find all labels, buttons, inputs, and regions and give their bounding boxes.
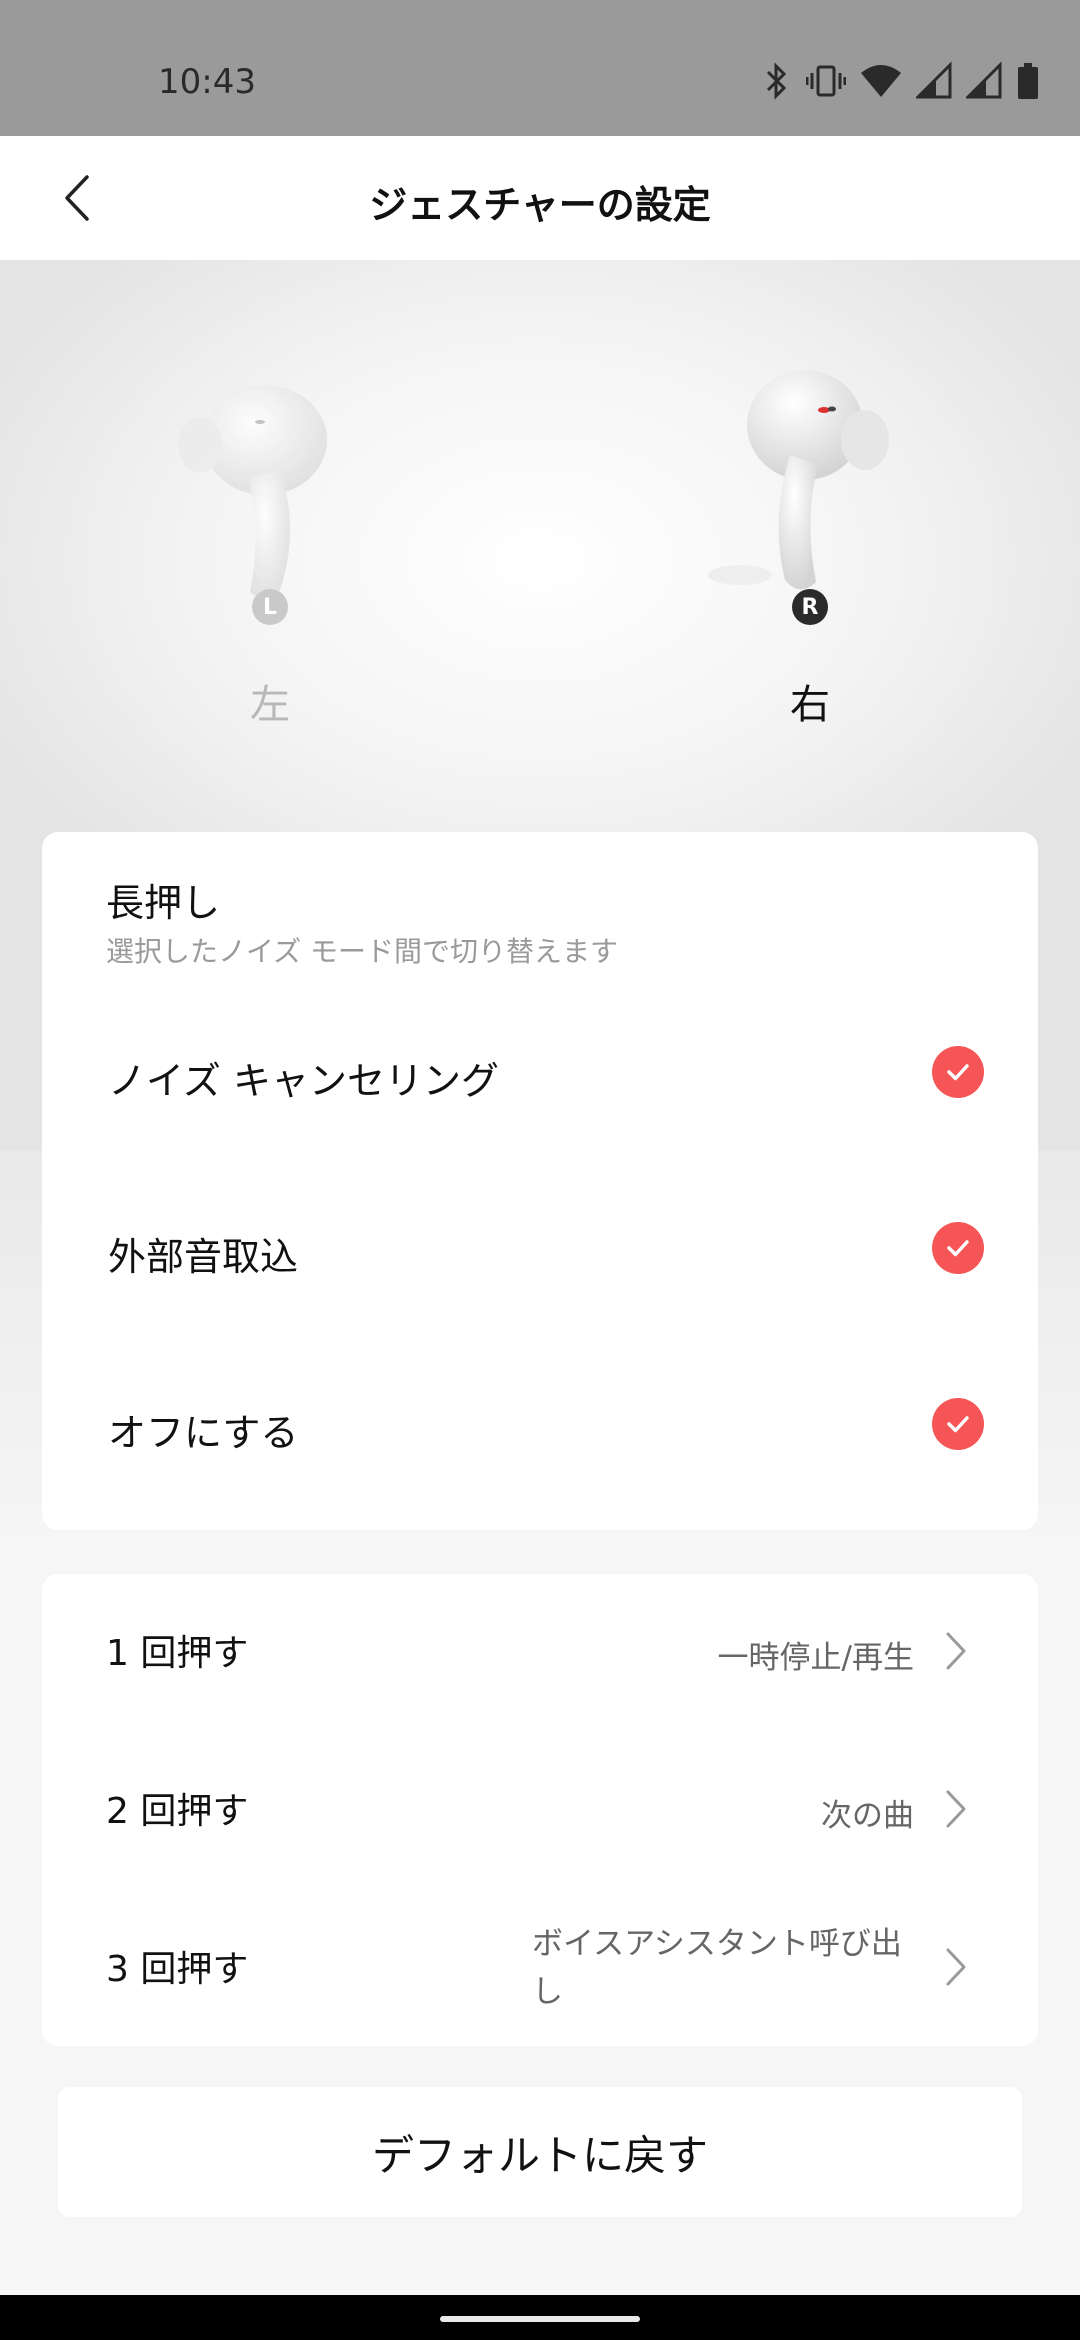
press-label: 2 回押す [106, 1791, 249, 1832]
long-press-title: 長押し [106, 881, 221, 925]
home-gesture-handle[interactable] [440, 2316, 640, 2322]
long-press-subtitle: 選択したノイズ モード間で切り替えます [106, 935, 619, 968]
option-label: オフにする [108, 1411, 299, 1455]
right-earbud-tab[interactable]: 右 [750, 672, 870, 730]
navigation-bar [0, 2295, 1080, 2340]
left-badge: L [252, 589, 288, 625]
press-value: 次の曲 [821, 1798, 914, 1834]
battery-icon [1018, 63, 1038, 99]
app-header: ジェスチャーの設定 [0, 136, 1080, 260]
press-label: 3 回押す [106, 1949, 249, 1990]
left-earbud-tab[interactable]: 左 [210, 672, 330, 730]
chevron-right-icon [946, 1948, 966, 1986]
option-noise-cancelling[interactable]: ノイズ キャンセリング [42, 1008, 1038, 1138]
press-row-double[interactable]: 2 回押す 次の曲 [42, 1732, 1038, 1882]
page-title: ジェスチャーの設定 [369, 183, 711, 227]
option-ambient-sound[interactable]: 外部音取込 [42, 1184, 1038, 1314]
left-earbud-image[interactable] [170, 370, 370, 610]
option-label: ノイズ キャンセリング [108, 1059, 499, 1103]
status-bar: 10:43 [0, 0, 1080, 136]
press-label: 1 回押す [106, 1633, 249, 1674]
right-earbud-image[interactable] [700, 360, 900, 610]
checkmark-icon[interactable] [932, 1046, 984, 1098]
press-value: 一時停止/再生 [717, 1640, 914, 1676]
option-label: 外部音取込 [108, 1235, 299, 1279]
checkmark-icon[interactable] [932, 1398, 984, 1450]
vibrate-icon [806, 65, 846, 97]
press-row-single[interactable]: 1 回押す 一時停止/再生 [42, 1574, 1038, 1724]
press-actions-card: 1 回押す 一時停止/再生 2 回押す 次の曲 3 回押す ボイスアシスタント呼… [42, 1574, 1038, 2046]
option-off[interactable]: オフにする [42, 1360, 1038, 1490]
chevron-right-icon [946, 1632, 966, 1670]
signal-icon [916, 61, 952, 99]
long-press-card: 長押し 選択したノイズ モード間で切り替えます ノイズ キャンセリング 外部音取… [42, 832, 1038, 1530]
right-badge: R [792, 589, 828, 625]
press-row-triple[interactable]: 3 回押す ボイスアシスタント呼び出し [42, 1890, 1038, 2040]
status-time: 10:43 [158, 62, 256, 102]
signal-icon [966, 61, 1002, 99]
chevron-right-icon [946, 1790, 966, 1828]
bluetooth-icon [766, 62, 787, 100]
wifi-icon [861, 65, 901, 97]
checkmark-icon[interactable] [932, 1222, 984, 1274]
status-icons [762, 58, 1040, 104]
press-value: ボイスアシスタント呼び出し [532, 1926, 902, 2010]
reset-to-default-button[interactable]: デフォルトに戻す [58, 2087, 1022, 2217]
